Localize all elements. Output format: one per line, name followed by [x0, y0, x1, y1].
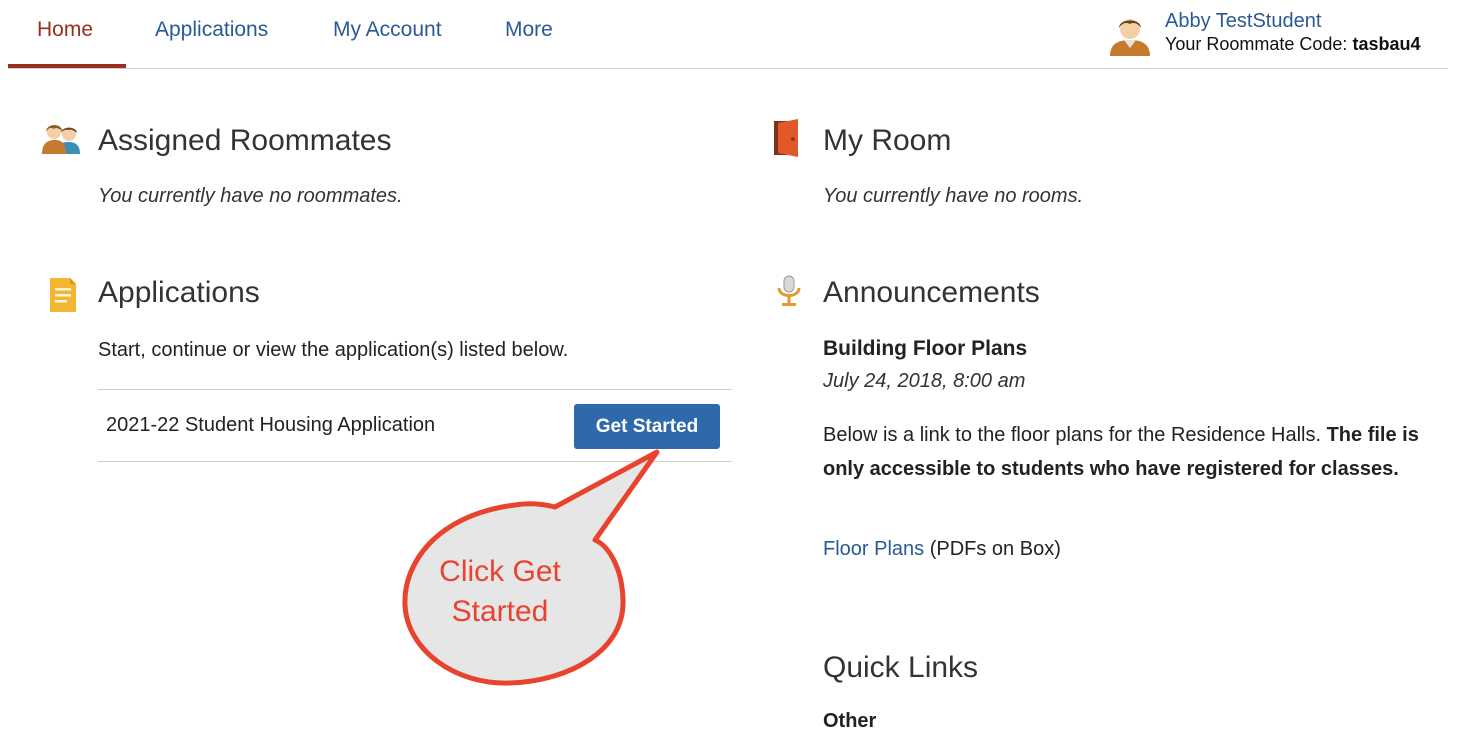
tab-my-account[interactable]: My Account	[333, 18, 442, 42]
tab-more[interactable]: More	[505, 18, 553, 42]
microphone-icon	[777, 275, 801, 306]
user-profile: Abby TestStudent Your Roommate Code: tas…	[1108, 8, 1453, 60]
user-avatar-icon	[1110, 19, 1150, 56]
roommate-code: Your Roommate Code: tasbau4	[1165, 34, 1453, 55]
roommates-icon	[42, 125, 80, 154]
announcement-date: July 24, 2018, 8:00 am	[823, 370, 1026, 392]
announcements-title: Announcements	[823, 276, 1040, 309]
document-icon	[50, 278, 76, 312]
applications-intro: Start, continue or view the application(…	[98, 339, 569, 361]
announcement-body: Below is a link to the floor plans for t…	[823, 418, 1449, 518]
roommates-empty-text: You currently have no roommates.	[98, 185, 403, 207]
roommate-code-label: Your Roommate Code:	[1165, 34, 1348, 54]
callout-text: Click Get Started	[420, 552, 580, 632]
applications-title: Applications	[98, 276, 260, 309]
quick-links-title: Quick Links	[823, 651, 979, 684]
tab-home[interactable]: Home	[37, 18, 93, 42]
my-room-empty-text: You currently have no rooms.	[823, 185, 1084, 207]
callout-line-1: Click Get	[439, 555, 561, 588]
announcement-link-line: Floor Plans (PDFs on Box)	[823, 538, 1061, 561]
user-name-link[interactable]: Abby TestStudent	[1165, 10, 1321, 33]
floor-plans-link[interactable]: Floor Plans	[823, 538, 924, 560]
announcement-body-text: Below is a link to the floor plans for t…	[823, 424, 1327, 446]
roommate-code-value: tasbau4	[1352, 34, 1421, 54]
quick-links-group-other: Other	[823, 710, 877, 732]
door-icon	[774, 119, 798, 157]
my-room-title: My Room	[823, 124, 952, 157]
floor-plans-link-suffix: (PDFs on Box)	[924, 538, 1061, 560]
roommates-title: Assigned Roommates	[98, 124, 392, 157]
callout-line-2: Started	[451, 595, 549, 628]
announcement-heading: Building Floor Plans	[823, 337, 1028, 360]
get-started-button[interactable]: Get Started	[574, 404, 720, 449]
active-tab-indicator	[8, 64, 126, 68]
tab-applications[interactable]: Applications	[155, 18, 268, 42]
application-name: 2021-22 Student Housing Application	[106, 414, 436, 436]
